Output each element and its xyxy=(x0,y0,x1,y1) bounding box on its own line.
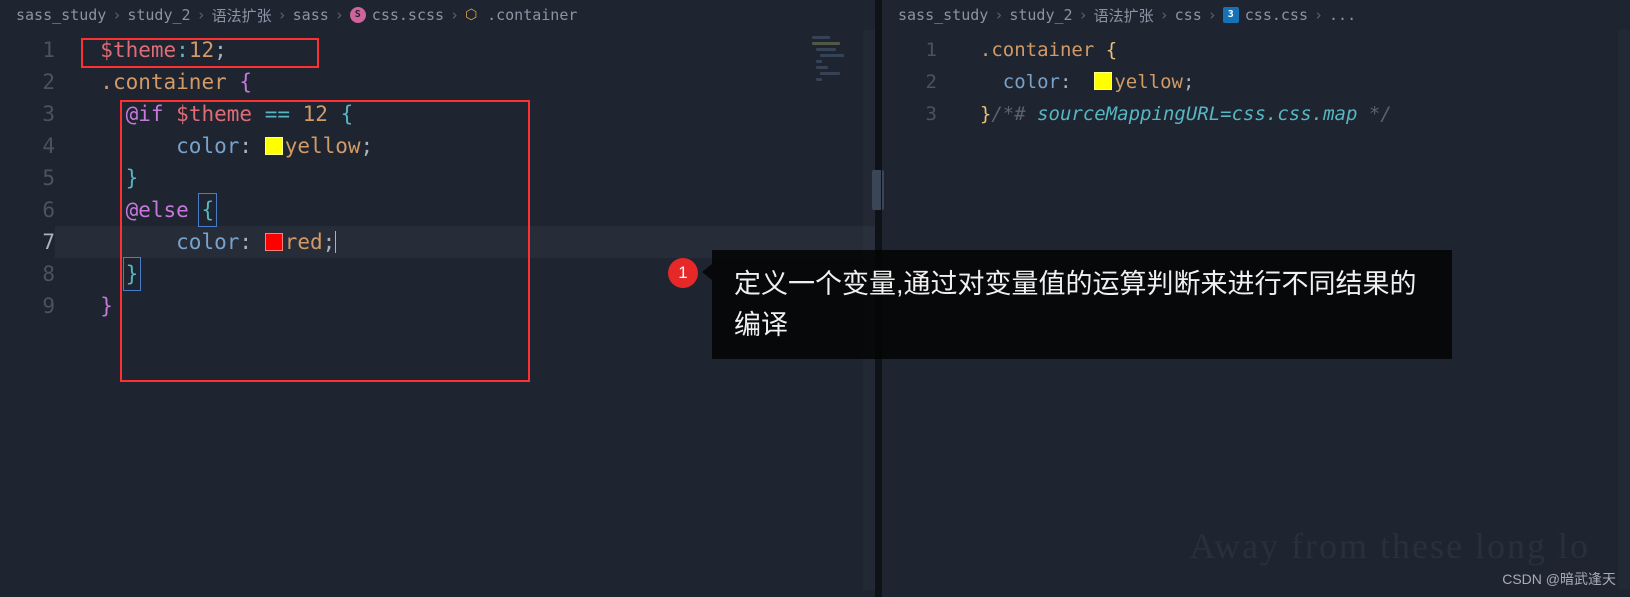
line-number: 2 xyxy=(0,66,55,98)
line-number: 4 xyxy=(0,130,55,162)
breadcrumb-item[interactable]: sass_study xyxy=(16,6,106,24)
symbol-class-icon: ⬡ xyxy=(465,7,481,23)
breadcrumb-left[interactable]: sass_study › study_2 › 语法扩张 › sass › S css.s… xyxy=(0,0,875,30)
chevron-right-icon: › xyxy=(994,6,1003,24)
annotation-text: 定义一个变量,通过对变量值的运算判断来进行不同结果的编译 xyxy=(712,250,1452,359)
code-line[interactable]: color: yellow; xyxy=(937,66,1630,98)
code-line[interactable]: .container { xyxy=(937,34,1630,66)
breadcrumb-file[interactable]: css.css xyxy=(1245,6,1308,24)
breadcrumb-item[interactable]: css xyxy=(1175,6,1202,24)
code-line[interactable]: color: yellow; xyxy=(55,130,875,162)
bracket-highlight: } xyxy=(123,257,142,291)
chevron-right-icon: › xyxy=(335,6,344,24)
sass-file-icon: S xyxy=(350,7,366,23)
line-number: 9 xyxy=(0,290,55,322)
line-number: 2 xyxy=(882,66,937,98)
color-swatch-yellow[interactable] xyxy=(1094,72,1112,90)
breadcrumb-item[interactable]: 语法扩张 xyxy=(212,5,272,26)
code-line[interactable]: $theme:12; xyxy=(55,34,875,66)
chevron-right-icon: › xyxy=(197,6,206,24)
color-swatch-red[interactable] xyxy=(265,233,283,251)
color-swatch-yellow[interactable] xyxy=(265,137,283,155)
line-gutter: 1 2 3 4 5 6 7 8 9 xyxy=(0,34,55,322)
line-number: 3 xyxy=(882,98,937,130)
breadcrumb-item[interactable]: sass xyxy=(293,6,329,24)
chevron-right-icon: › xyxy=(450,6,459,24)
code-area[interactable]: .container { color: yellow; }/*# sourceM… xyxy=(937,34,1630,130)
chevron-right-icon: › xyxy=(278,6,287,24)
chevron-right-icon: › xyxy=(1079,6,1088,24)
chevron-right-icon: › xyxy=(1160,6,1169,24)
code-line[interactable]: @if $theme == 12 { xyxy=(55,98,875,130)
line-number: 8 xyxy=(0,258,55,290)
code-line[interactable]: } xyxy=(55,162,875,194)
breadcrumb-item[interactable]: sass_study xyxy=(898,6,988,24)
editor-right[interactable]: 1 2 3 .container { color: yellow; }/*# s… xyxy=(882,30,1630,130)
annotation-callout: 1 定义一个变量,通过对变量值的运算判断来进行不同结果的编译 xyxy=(668,250,1452,359)
line-gutter: 1 2 3 xyxy=(882,34,937,130)
chevron-right-icon: › xyxy=(1208,6,1217,24)
annotation-pointer-icon xyxy=(702,264,712,280)
breadcrumb-more[interactable]: ... xyxy=(1329,6,1356,24)
background-text: Away from these long lo xyxy=(1189,525,1590,567)
chevron-right-icon: › xyxy=(1314,6,1323,24)
line-number: 7 xyxy=(0,226,55,258)
line-number: 5 xyxy=(0,162,55,194)
code-line[interactable]: @else { xyxy=(55,194,875,226)
breadcrumb-item[interactable]: study_2 xyxy=(127,6,190,24)
chevron-right-icon: › xyxy=(112,6,121,24)
line-number: 1 xyxy=(882,34,937,66)
line-number: 3 xyxy=(0,98,55,130)
breadcrumb-item[interactable]: study_2 xyxy=(1009,6,1072,24)
breadcrumb-right[interactable]: sass_study › study_2 › 语法扩张 › css › 3 css.cs… xyxy=(882,0,1630,30)
css-file-icon: 3 xyxy=(1223,7,1239,23)
bracket-highlight: { xyxy=(198,193,217,227)
watermark-text: CSDN @暗武逢天 xyxy=(1502,569,1616,589)
code-line[interactable]: }/*# sourceMappingURL=css.css.map */ xyxy=(937,98,1630,130)
line-number: 6 xyxy=(0,194,55,226)
cursor xyxy=(335,231,336,253)
breadcrumb-file[interactable]: css.scss xyxy=(372,6,444,24)
code-line[interactable]: .container { xyxy=(55,66,875,98)
scrollbar-vertical[interactable] xyxy=(1618,30,1630,590)
breadcrumb-symbol[interactable]: .container xyxy=(487,6,577,24)
line-number: 1 xyxy=(0,34,55,66)
annotation-number-badge: 1 xyxy=(668,258,698,288)
breadcrumb-item[interactable]: 语法扩张 xyxy=(1094,5,1154,26)
